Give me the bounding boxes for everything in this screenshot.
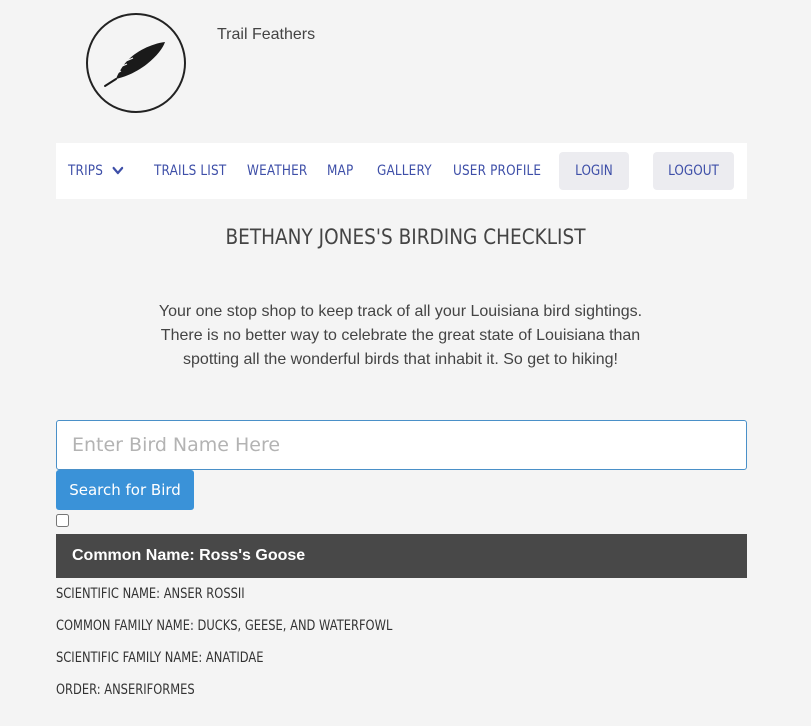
feather-icon [104, 42, 165, 87]
nav-weather[interactable]: WEATHER [247, 143, 307, 199]
bird-seen-checkbox[interactable] [56, 514, 69, 527]
nav-trips-label: TRIPS [68, 163, 104, 179]
intro-line: Your one stop shop to keep track of all … [158, 303, 643, 320]
login-label: LOGIN [575, 163, 613, 179]
nav-trails-list[interactable]: TRAILS LIST [154, 143, 226, 199]
login-button[interactable]: LOGIN [559, 152, 629, 190]
bird-scientific-name: SCIENTIFIC NAME: ANSER ROSSII [56, 586, 245, 602]
logout-label: LOGOUT [668, 163, 719, 179]
main-navbar: TRIPS TRAILS LIST WEATHER MAP GALLERY US… [56, 143, 747, 199]
intro-text: Your one stop shop to keep track of all … [140, 300, 661, 372]
nav-map[interactable]: MAP [327, 143, 353, 199]
nav-user-profile[interactable]: USER PROFILE [453, 143, 541, 199]
page-title: BETHANY JONES'S BIRDING CHECKLIST [225, 225, 586, 249]
logout-button[interactable]: LOGOUT [653, 152, 734, 190]
bird-order: ORDER: ANSERIFORMES [56, 682, 195, 698]
intro-line: There is no better way to celebrate the … [160, 327, 641, 344]
nav-trips-dropdown[interactable]: TRIPS [68, 143, 124, 199]
bird-common-name-header[interactable]: Common Name: Ross's Goose [56, 534, 747, 578]
bird-scientific-family-name: SCIENTIFIC FAMILY NAME: ANATIDAE [56, 650, 264, 666]
site-name: Trail Feathers [217, 26, 316, 43]
search-bird-button[interactable]: Search for Bird [56, 470, 194, 510]
intro-line: spotting all the wonderful birds that in… [183, 351, 618, 368]
site-logo[interactable] [86, 13, 186, 113]
bird-common-family-name: COMMON FAMILY NAME: DUCKS, GEESE, AND WA… [56, 618, 393, 634]
chevron-down-icon [112, 143, 124, 199]
bird-search-input[interactable] [56, 420, 747, 470]
nav-gallery[interactable]: GALLERY [377, 143, 432, 199]
